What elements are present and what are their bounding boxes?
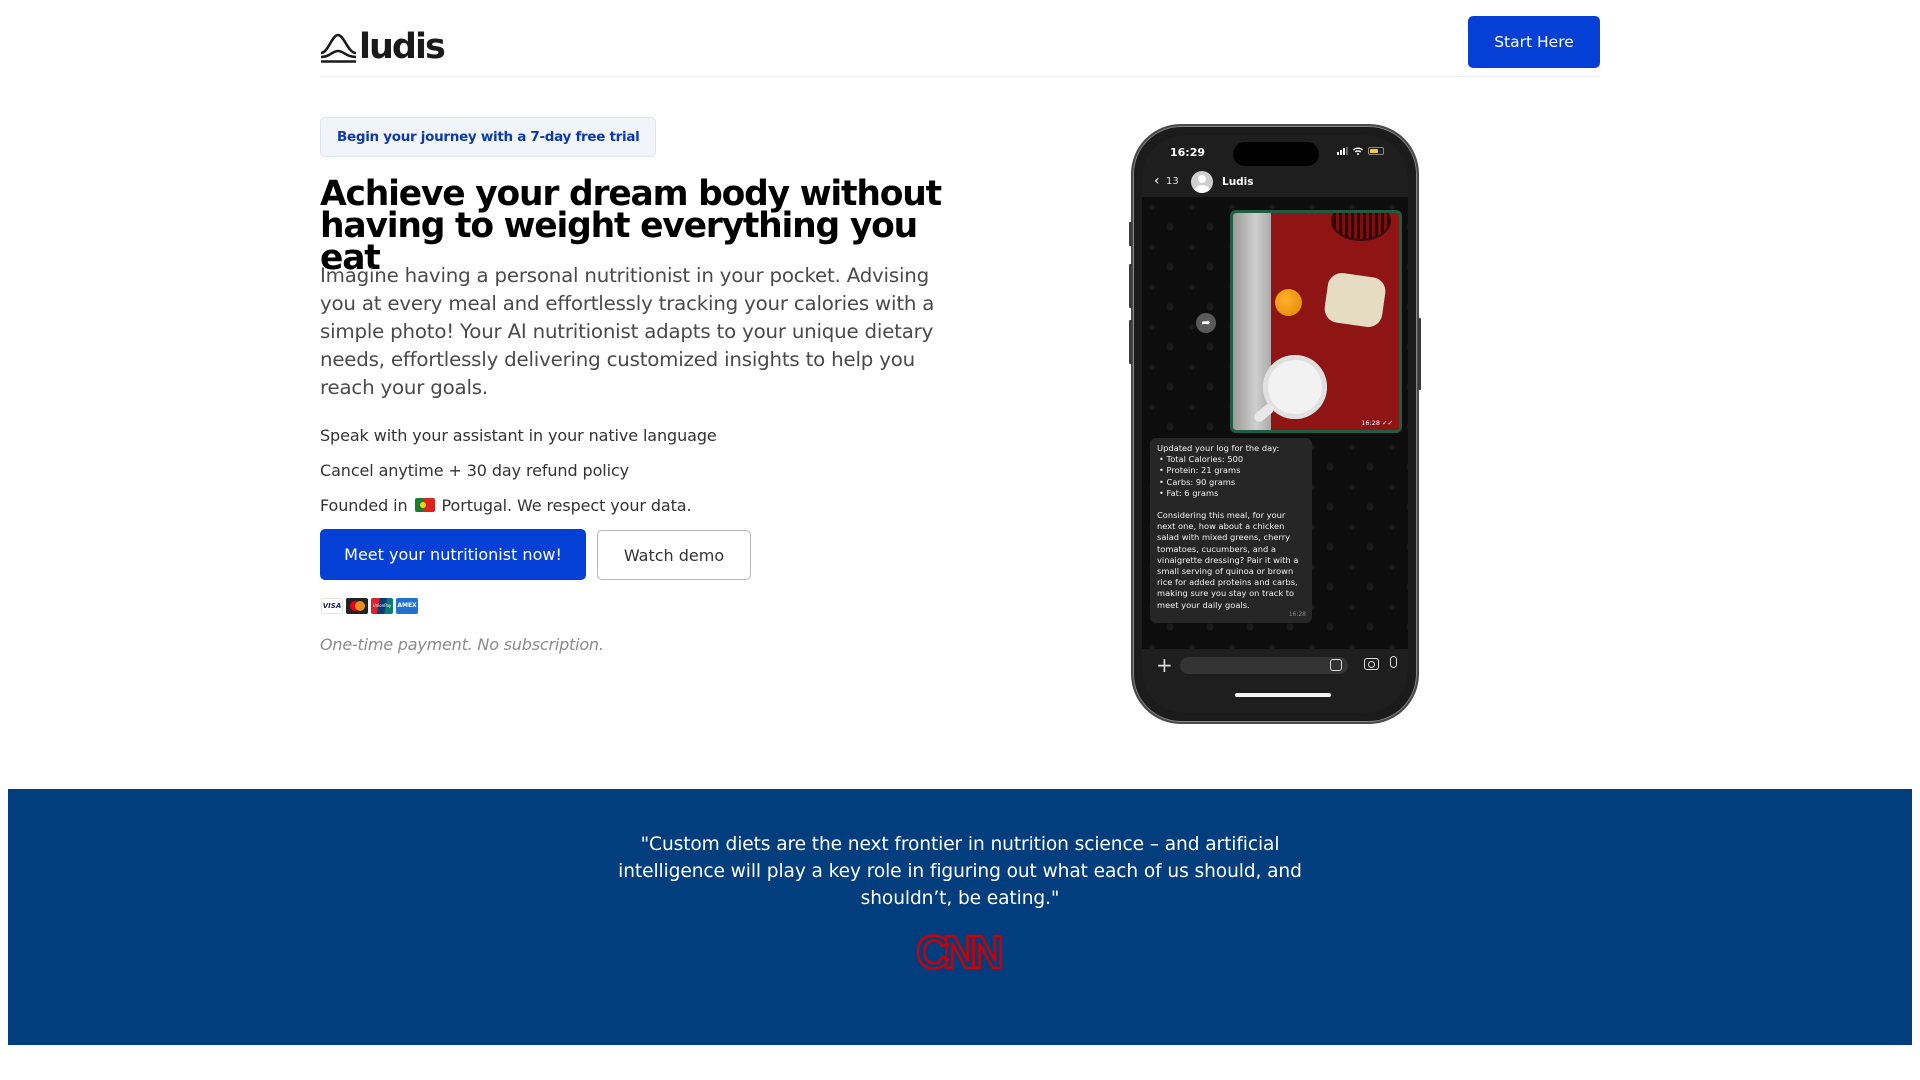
phone-action-button xyxy=(1129,222,1132,246)
wave-mountain-icon xyxy=(320,33,357,63)
contact-name[interactable]: Ludis xyxy=(1222,176,1254,188)
press-quote: "Custom diets are the next frontier in n… xyxy=(618,834,1302,909)
payment-note: One-time payment. No subscription. xyxy=(320,635,604,654)
start-here-button[interactable]: Start Here xyxy=(1468,16,1600,68)
camera-icon[interactable] xyxy=(1364,658,1379,670)
phone-volume-down-button xyxy=(1129,320,1132,364)
message-intro: Updated your log for the day: xyxy=(1157,443,1280,453)
logo-text: ludis xyxy=(359,27,446,67)
microphone-icon[interactable] xyxy=(1390,656,1397,668)
logo[interactable]: ludis xyxy=(320,27,446,67)
nutrition-item: Protein: 21 grams xyxy=(1159,465,1306,476)
phone-power-button xyxy=(1418,318,1421,390)
nutrition-item: Fat: 6 grams xyxy=(1159,488,1306,499)
signal-icon xyxy=(1337,147,1348,155)
feature-text: Cancel anytime + 30 day refund policy xyxy=(320,461,630,480)
contact-avatar[interactable] xyxy=(1191,171,1213,193)
phone-mockup: 16:29 ‹ 13 Ludis ➦ 16:28 ✓✓ Updated your… xyxy=(1129,124,1421,724)
battery-icon xyxy=(1368,147,1384,155)
feature-item: Founded in Portugal. We respect your dat… xyxy=(320,488,960,523)
feature-list: Speak with your assistant in your native… xyxy=(320,418,960,523)
message-advice: Considering this meal, for your next one… xyxy=(1157,510,1299,610)
cta-row: Meet your nutritionist now! Watch demo xyxy=(320,529,751,580)
feature-text: Portugal. We respect your data. xyxy=(441,496,692,515)
cnn-logo-text: CNN xyxy=(915,926,1005,978)
status-icons xyxy=(1337,147,1384,155)
meet-nutritionist-button[interactable]: Meet your nutritionist now! xyxy=(320,529,586,580)
dynamic-island xyxy=(1233,142,1319,166)
unread-count: 13 xyxy=(1166,176,1179,187)
portugal-flag-icon xyxy=(414,498,435,512)
nutrition-item: Carbs: 90 grams xyxy=(1159,477,1306,488)
visa-icon: VISA xyxy=(321,598,343,614)
press-quote-banner: "Custom diets are the next frontier in n… xyxy=(8,789,1912,1045)
home-indicator xyxy=(1235,693,1331,697)
chat-area: ➦ 16:28 ✓✓ Updated your log for the day:… xyxy=(1142,197,1408,649)
photo-orange xyxy=(1275,289,1302,316)
hero-headline: Achieve your dream body without having t… xyxy=(320,174,942,278)
hero-description: Imagine having a personal nutritionist i… xyxy=(320,264,935,399)
status-bar: 16:29 xyxy=(1142,135,1408,167)
feature-item: Speak with your assistant in your native… xyxy=(320,418,960,453)
nutrition-item: Total Calories: 500 xyxy=(1159,454,1306,465)
free-trial-badge: Begin your journey with a 7-day free tri… xyxy=(320,117,657,157)
wifi-icon xyxy=(1353,147,1363,155)
back-chevron-icon[interactable]: ‹ xyxy=(1154,173,1160,189)
watch-demo-button[interactable]: Watch demo xyxy=(597,530,751,580)
feature-item: Cancel anytime + 30 day refund policy xyxy=(320,453,960,488)
top-nav: ludis Start Here xyxy=(320,0,1600,77)
amex-icon: AMEX xyxy=(396,598,418,614)
photo-bread xyxy=(1322,271,1388,329)
message-input[interactable] xyxy=(1180,657,1348,674)
nutrition-list: Total Calories: 500 Protein: 21 grams Ca… xyxy=(1159,454,1306,499)
unionpay-icon: UnionPay xyxy=(371,598,393,614)
feature-text: Speak with your assistant in your native… xyxy=(320,426,717,445)
sticker-icon[interactable] xyxy=(1330,659,1342,671)
status-time: 16:29 xyxy=(1170,146,1206,159)
feature-text: Founded in xyxy=(320,496,408,515)
plus-icon[interactable]: + xyxy=(1156,655,1173,675)
phone-volume-up-button xyxy=(1129,264,1132,308)
cnn-logo: CNN xyxy=(8,926,1912,978)
payment-methods: VISA UnionPay AMEX xyxy=(321,598,418,614)
chat-header: ‹ 13 Ludis xyxy=(1142,167,1408,197)
assistant-message: Updated your log for the day: Total Calo… xyxy=(1150,438,1312,623)
photo-whisk xyxy=(1331,213,1391,241)
forward-icon[interactable]: ➦ xyxy=(1196,313,1216,333)
phone-screen: 16:29 ‹ 13 Ludis ➦ 16:28 ✓✓ Updated your… xyxy=(1142,135,1408,713)
meal-photo[interactable]: 16:28 ✓✓ xyxy=(1230,210,1402,433)
photo-timestamp: 16:28 ✓✓ xyxy=(1361,419,1393,427)
message-composer: + xyxy=(1142,649,1408,713)
mastercard-icon xyxy=(346,598,368,614)
message-timestamp: 16:28 xyxy=(1288,610,1306,618)
